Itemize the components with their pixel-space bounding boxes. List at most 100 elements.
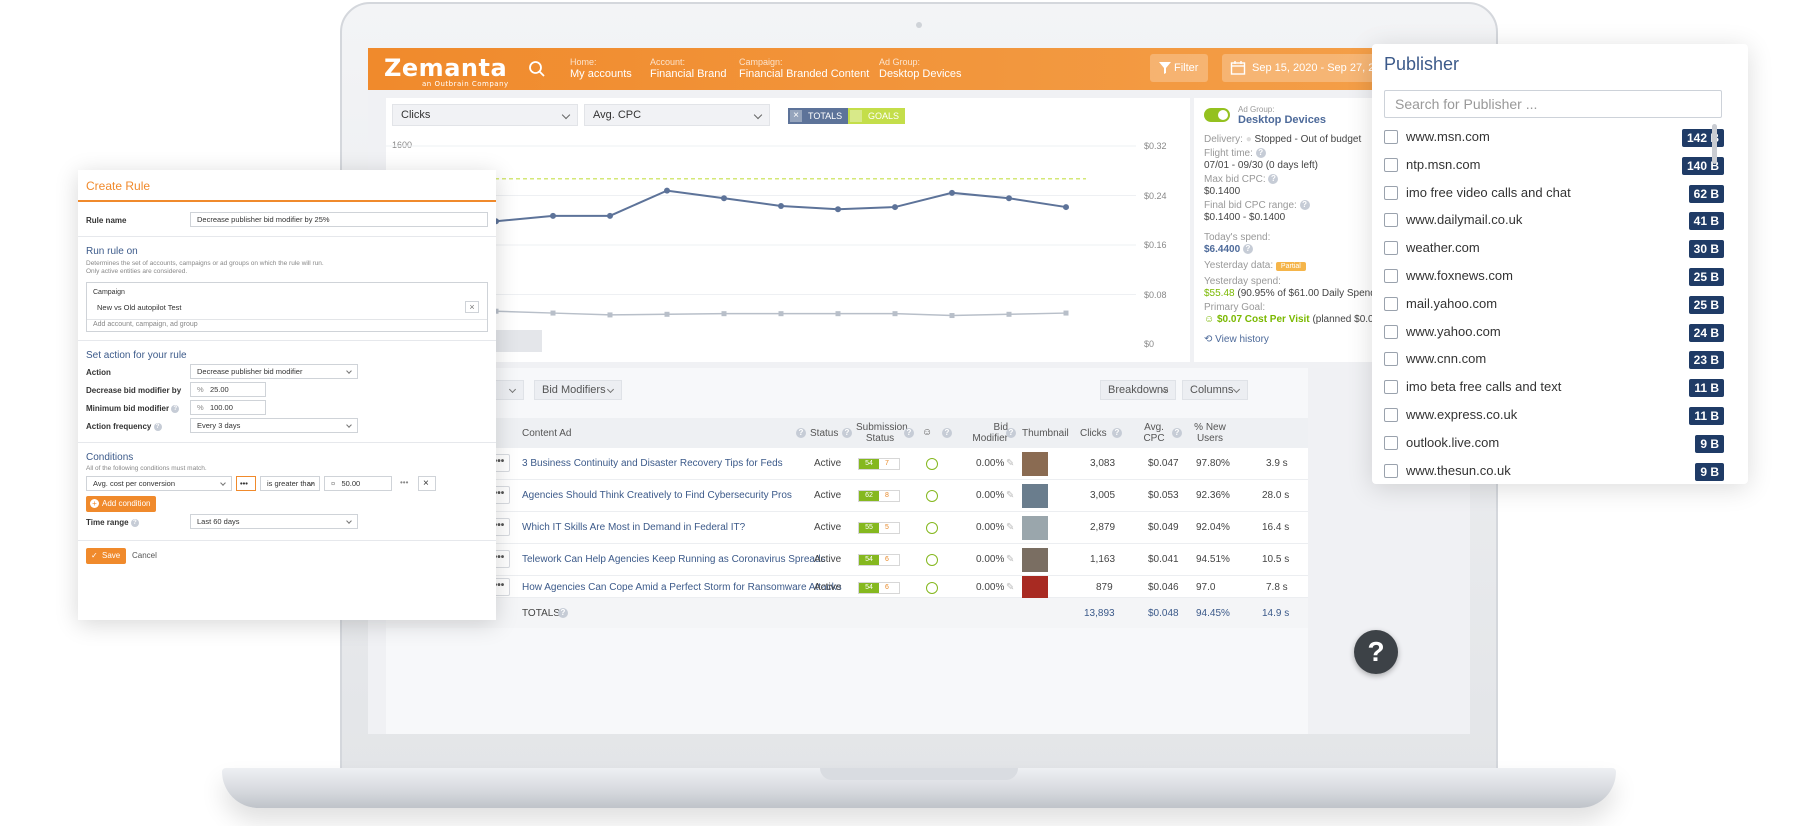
help-icon[interactable]: ?: [1172, 428, 1182, 438]
edit-pencil-icon[interactable]: ✎: [1006, 554, 1014, 565]
table-row[interactable]: ••• Telework Can Help Agencies Keep Runn…: [386, 544, 1308, 576]
publisher-checkbox[interactable]: [1384, 213, 1398, 228]
help-icon[interactable]: ?: [942, 428, 952, 438]
time-range-label: Time range: [86, 518, 129, 527]
edit-pencil-icon[interactable]: ✎: [1006, 582, 1014, 593]
zemanta-logo[interactable]: Zemanta an Outbrain Company: [384, 54, 508, 88]
publisher-item[interactable]: www.cnn.com 23 B: [1384, 350, 1724, 370]
help-icon[interactable]: ?: [1006, 428, 1016, 438]
publisher-checkbox[interactable]: [1384, 435, 1398, 450]
help-icon[interactable]: ?: [1255, 148, 1266, 159]
help-icon[interactable]: ?: [558, 608, 568, 618]
condition-more-button[interactable]: •••: [236, 476, 256, 491]
add-entity-input[interactable]: Add account, campaign, ad group: [93, 321, 198, 328]
breakdowns-dropdown[interactable]: Breakdowns: [1100, 380, 1176, 400]
action-select[interactable]: Decrease publisher bid modifier: [190, 364, 358, 379]
edit-pencil-icon[interactable]: ✎: [1006, 490, 1014, 501]
header-content-ad[interactable]: Content Ad: [522, 428, 571, 439]
campaign-selector[interactable]: Campaign New vs Old autopilot Test × Add…: [86, 282, 488, 332]
publisher-checkbox[interactable]: [1384, 269, 1398, 283]
breadcrumb-home[interactable]: Home: My accounts: [570, 56, 632, 80]
publisher-checkbox[interactable]: [1384, 463, 1398, 478]
help-icon[interactable]: ?: [904, 428, 914, 438]
table-row[interactable]: ••• Which IT Skills Are Most in Demand i…: [386, 512, 1308, 544]
help-icon[interactable]: ?: [1242, 244, 1253, 255]
help-icon[interactable]: ?: [1112, 428, 1122, 438]
remove-icon[interactable]: ×: [465, 301, 479, 313]
columns-dropdown[interactable]: Columns: [1182, 380, 1248, 400]
cancel-button[interactable]: Cancel: [132, 551, 157, 560]
publisher-checkbox[interactable]: [1384, 130, 1398, 144]
header-clicks[interactable]: Clicks: [1080, 428, 1107, 439]
remove-condition-button[interactable]: ×: [418, 476, 436, 491]
divider: [78, 442, 496, 443]
publisher-item[interactable]: weather.com 30 B: [1384, 239, 1724, 259]
publisher-checkbox[interactable]: [1384, 352, 1398, 367]
edit-pencil-icon[interactable]: ✎: [1006, 458, 1014, 469]
condition-value-input[interactable]: ¤ 50.00: [324, 476, 392, 491]
min-bid-input[interactable]: % 100.00: [190, 400, 266, 415]
publisher-item[interactable]: www.msn.com 142 B: [1384, 128, 1724, 148]
content-ad-title[interactable]: Agencies Should Think Creatively to Find…: [522, 490, 792, 501]
search-icon[interactable]: [528, 60, 546, 78]
publisher-checkbox[interactable]: [1384, 185, 1398, 200]
publisher-item[interactable]: www.thesun.co.uk 9 B: [1384, 462, 1724, 482]
filter-button[interactable]: Filter: [1150, 54, 1208, 82]
breadcrumb-campaign[interactable]: Campaign: Financial Branded Content: [739, 56, 869, 80]
help-icon[interactable]: ?: [1268, 174, 1279, 185]
publisher-checkbox[interactable]: [1384, 408, 1398, 422]
publisher-item[interactable]: mail.yahoo.com 25 B: [1384, 295, 1724, 315]
view-history-link[interactable]: ⟲ View history: [1204, 334, 1269, 346]
table-row[interactable]: ••• Agencies Should Think Creatively to …: [386, 480, 1308, 512]
bid-modifiers-dropdown[interactable]: Bid Modifiers: [534, 380, 622, 400]
publisher-search-input[interactable]: Search for Publisher ...: [1384, 90, 1722, 118]
rule-name-input[interactable]: Decrease publisher bid modifier by 25%: [190, 212, 488, 227]
score-count: 7: [885, 460, 889, 467]
table-row[interactable]: ✎ ••• How Agencies Can Cope Amid a Perfe…: [386, 576, 1308, 598]
help-icon[interactable]: ?: [130, 518, 139, 527]
content-ad-title[interactable]: 3 Business Continuity and Disaster Recov…: [522, 458, 783, 469]
publisher-item[interactable]: ntp.msn.com 140 B: [1384, 156, 1724, 176]
help-icon[interactable]: ?: [153, 422, 162, 431]
publisher-checkbox[interactable]: [1384, 380, 1398, 395]
freq-select[interactable]: Every 3 days: [190, 418, 358, 433]
publisher-item[interactable]: outlook.live.com 9 B: [1384, 434, 1724, 454]
breadcrumb-ad-group[interactable]: Ad Group: Desktop Devices: [879, 56, 962, 80]
publisher-item[interactable]: www.dailymail.co.uk 41 B: [1384, 211, 1724, 231]
condition-operator-select[interactable]: is greater than: [260, 476, 320, 491]
content-ad-title[interactable]: How Agencies Can Cope Amid a Perfect Sto…: [522, 582, 842, 593]
save-button[interactable]: ✓ Save: [86, 548, 127, 564]
content-ad-title[interactable]: Which IT Skills Are Most in Demand in Fe…: [522, 522, 745, 533]
publisher-item[interactable]: imo beta free calls and text 11 B: [1384, 378, 1724, 398]
time-range-select[interactable]: Last 60 days: [190, 514, 358, 529]
header-new-users[interactable]: % New Users: [1190, 422, 1230, 444]
breadcrumb-account[interactable]: Account: Financial Brand: [650, 56, 726, 80]
publisher-checkbox[interactable]: [1384, 241, 1398, 256]
header-submission-status[interactable]: Submission Status: [856, 422, 908, 444]
publisher-checkbox[interactable]: [1384, 296, 1398, 311]
ad-group-toggle[interactable]: [1204, 108, 1230, 122]
decrease-input[interactable]: % 25.00: [190, 382, 266, 397]
publisher-item[interactable]: www.express.co.uk 11 B: [1384, 406, 1724, 426]
condition-more-icon[interactable]: •••: [400, 478, 408, 487]
header-bid-modifier[interactable]: Bid Modifier: [964, 422, 1008, 444]
publisher-item[interactable]: www.yahoo.com 24 B: [1384, 323, 1724, 343]
publisher-item[interactable]: www.foxnews.com 25 B: [1384, 267, 1724, 287]
table-row[interactable]: ••• 3 Business Continuity and Disaster R…: [386, 448, 1308, 480]
help-icon[interactable]: ?: [171, 404, 180, 413]
help-icon[interactable]: ?: [842, 428, 852, 438]
help-icon[interactable]: ?: [796, 428, 806, 438]
publisher-checkbox[interactable]: [1384, 324, 1398, 339]
content-ad-title[interactable]: Telework Can Help Agencies Keep Running …: [522, 554, 826, 565]
help-icon[interactable]: ?: [1299, 200, 1310, 211]
header-avg-cpc[interactable]: Avg. CPC: [1138, 422, 1170, 444]
edit-pencil-icon[interactable]: ✎: [1006, 522, 1014, 533]
help-button[interactable]: ?: [1354, 630, 1398, 674]
publisher-checkbox[interactable]: [1384, 157, 1398, 172]
header-thumbnail[interactable]: Thumbnail: [1022, 428, 1069, 439]
condition-metric-select[interactable]: Avg. cost per conversion: [86, 476, 232, 491]
publisher-scrollbar[interactable]: [1712, 124, 1717, 164]
publisher-item[interactable]: imo free video calls and chat 62 B: [1384, 184, 1724, 204]
header-status[interactable]: Status: [810, 428, 838, 439]
add-condition-button[interactable]: + Add condition: [86, 496, 157, 512]
